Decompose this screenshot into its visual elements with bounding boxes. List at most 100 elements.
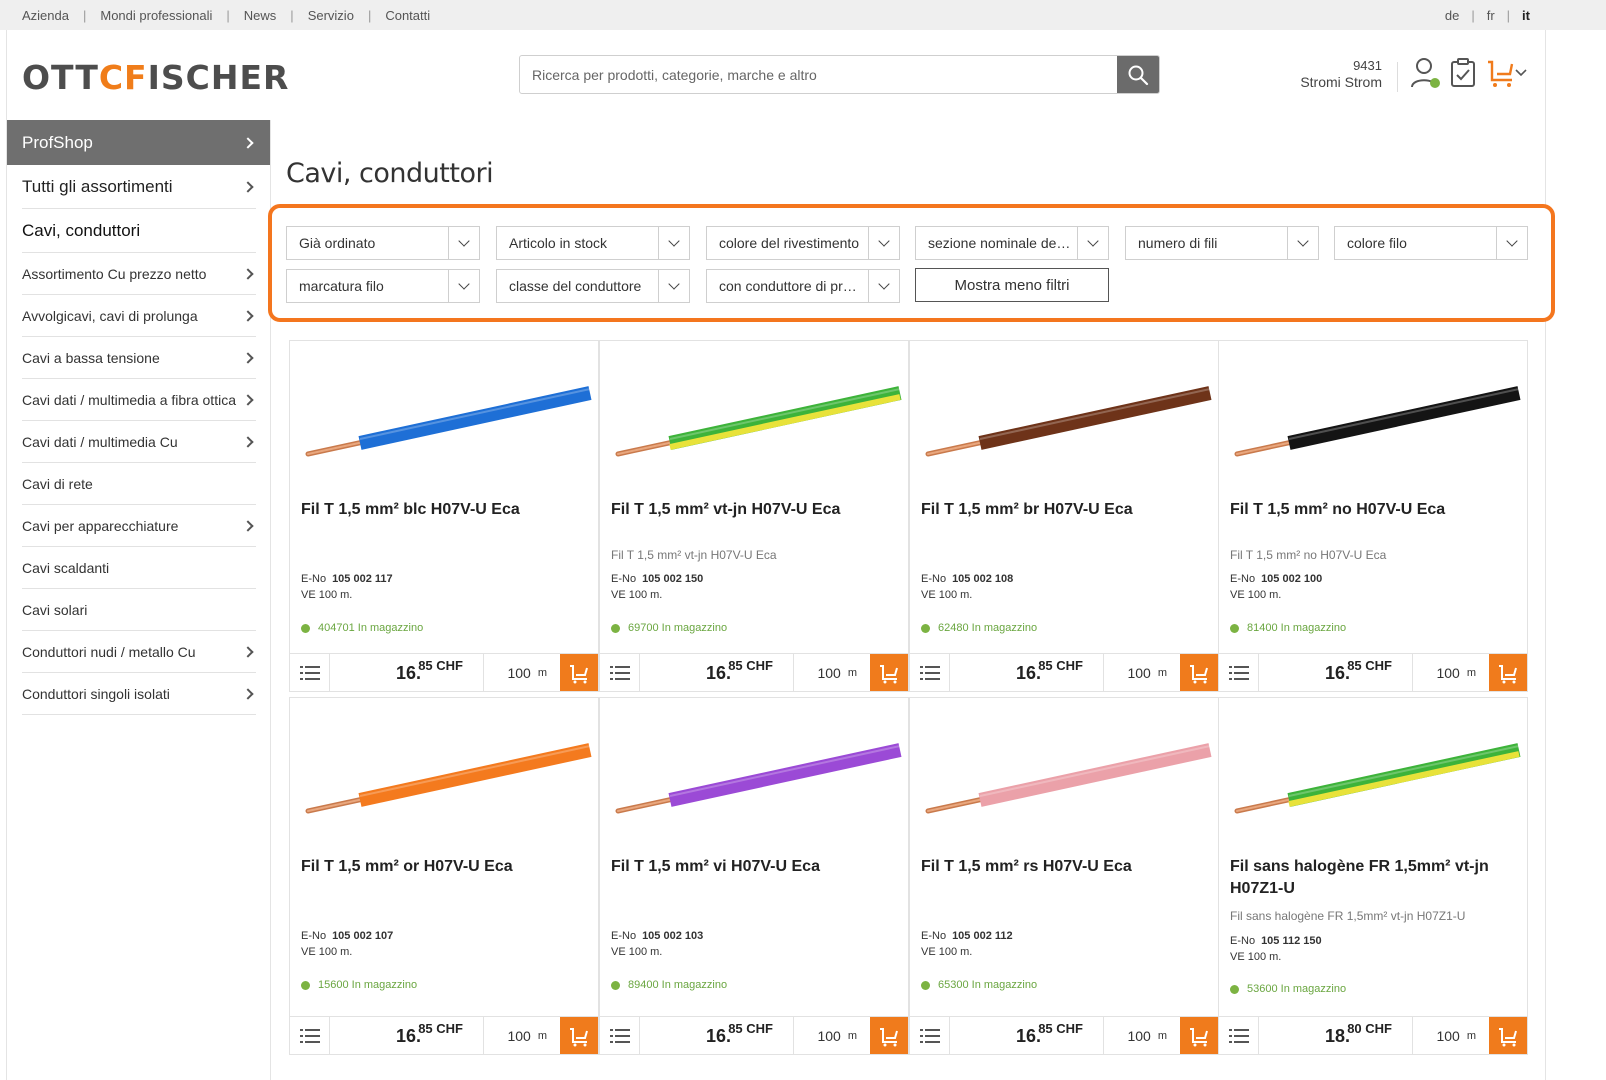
product-name[interactable]: Fil T 1,5 mm² rs H07V-U Eca bbox=[921, 856, 1211, 878]
add-to-cart-button[interactable] bbox=[1180, 654, 1218, 691]
add-to-cart-button[interactable] bbox=[560, 1017, 598, 1054]
sidebar-subitem[interactable]: Cavi dati / multimedia a fibra ottica bbox=[22, 379, 256, 421]
product-card[interactable]: Fil sans halogène FR 1,5mm² vt-jn H07Z1-… bbox=[1218, 697, 1528, 1055]
product-image[interactable] bbox=[918, 349, 1212, 474]
add-to-cart-button[interactable] bbox=[1489, 1017, 1527, 1054]
lang-fr[interactable]: fr bbox=[1487, 8, 1495, 23]
filter-select[interactable]: colore filo bbox=[1334, 226, 1528, 260]
product-name[interactable]: Fil T 1,5 mm² vi H07V-U Eca bbox=[611, 856, 901, 878]
sidebar-item-all-assortments[interactable]: Tutti gli assortimenti bbox=[22, 165, 256, 209]
sidebar-subitem[interactable]: Cavi dati / multimedia Cu bbox=[22, 421, 256, 463]
sidebar-subitem[interactable]: Avvolgicavi, cavi di prolunga bbox=[22, 295, 256, 337]
product-name[interactable]: Fil T 1,5 mm² br H07V-U Eca bbox=[921, 499, 1211, 521]
product-card[interactable]: Fil T 1,5 mm² blc H07V-U Eca E-No 105 002 … bbox=[289, 340, 599, 692]
add-to-cart-button[interactable] bbox=[1180, 1017, 1218, 1054]
search-button[interactable] bbox=[1117, 56, 1159, 93]
add-to-cart-button[interactable] bbox=[560, 654, 598, 691]
product-name[interactable]: Fil T 1,5 mm² blc H07V-U Eca bbox=[301, 499, 591, 521]
separator: | bbox=[1506, 8, 1511, 23]
filter-select[interactable]: sezione nominale del c... bbox=[915, 226, 1109, 260]
product-name[interactable]: Fil T 1,5 mm² or H07V-U Eca bbox=[301, 856, 591, 878]
add-to-list-button[interactable] bbox=[910, 1017, 950, 1054]
quantity-field[interactable]: 100 m bbox=[1105, 1017, 1175, 1054]
add-to-list-button[interactable] bbox=[600, 654, 640, 691]
lang-de[interactable]: de bbox=[1445, 8, 1459, 23]
quantity-value: 100 bbox=[817, 664, 841, 681]
product-card[interactable]: Fil T 1,5 mm² vi H07V-U Eca E-No 105 002 1… bbox=[599, 697, 909, 1055]
order-list-icon[interactable] bbox=[1449, 56, 1477, 90]
product-name[interactable]: Fil T 1,5 mm² no H07V-U Eca bbox=[1230, 499, 1520, 521]
eno-label: E-No bbox=[1230, 935, 1256, 947]
topnav-azienda[interactable]: Azienda bbox=[22, 8, 69, 23]
product-image[interactable] bbox=[608, 706, 902, 831]
sidebar-subitem[interactable]: Assortimento Cu prezzo netto bbox=[22, 253, 256, 295]
product-image[interactable] bbox=[298, 706, 592, 831]
filter-select[interactable]: con conduttore di prot... bbox=[706, 269, 900, 303]
product-image[interactable] bbox=[1227, 706, 1521, 831]
filter-panel-highlight bbox=[268, 204, 1555, 322]
add-to-cart-button[interactable] bbox=[1489, 654, 1527, 691]
search-input[interactable] bbox=[520, 56, 1115, 93]
chevron-right-icon bbox=[242, 435, 254, 448]
ottofischer-logo[interactable]: OTTCFISCHER bbox=[22, 58, 289, 97]
user-icon[interactable] bbox=[1410, 56, 1440, 90]
add-to-list-button[interactable] bbox=[290, 1017, 330, 1054]
product-image[interactable] bbox=[298, 349, 592, 474]
product-packaging-unit: VE 100 m. bbox=[611, 946, 663, 958]
product-card[interactable]: Fil T 1,5 mm² vt-jn H07V-U Eca Fil T 1,5 … bbox=[599, 340, 909, 692]
list-icon bbox=[609, 1028, 630, 1043]
quantity-field[interactable]: 100 m bbox=[795, 654, 865, 691]
product-card[interactable]: Fil T 1,5 mm² or H07V-U Eca E-No 105 002 1… bbox=[289, 697, 599, 1055]
filter-select[interactable]: marcatura filo bbox=[286, 269, 480, 303]
add-to-list-button[interactable] bbox=[1219, 654, 1259, 691]
quantity-field[interactable]: 100 m bbox=[485, 654, 555, 691]
product-card[interactable]: Fil T 1,5 mm² br H07V-U Eca E-No 105 002 1… bbox=[909, 340, 1219, 692]
sidebar-subitem[interactable]: Conduttori nudi / metallo Cu bbox=[22, 631, 256, 673]
stock-dot-icon bbox=[611, 980, 620, 990]
sidebar-subitem[interactable]: Cavi di rete bbox=[22, 463, 256, 505]
add-to-list-button[interactable] bbox=[1219, 1017, 1259, 1054]
top-utility-bar: Azienda | Mondi professionali | News | Serv… bbox=[0, 0, 1606, 30]
topnav-news[interactable]: News bbox=[244, 8, 277, 23]
quantity-field[interactable]: 100 m bbox=[1414, 654, 1484, 691]
list-icon bbox=[299, 1028, 320, 1043]
product-card[interactable]: Fil T 1,5 mm² no H07V-U Eca Fil T 1,5 mm²… bbox=[1218, 340, 1528, 692]
add-to-list-button[interactable] bbox=[910, 654, 950, 691]
filter-select[interactable]: classe del conduttore bbox=[496, 269, 690, 303]
product-image[interactable] bbox=[608, 349, 902, 474]
product-name[interactable]: Fil sans halogène FR 1,5mm² vt-jn H07Z1-… bbox=[1230, 856, 1520, 900]
chevron-down-icon[interactable] bbox=[1515, 68, 1527, 78]
quantity-field[interactable]: 100 m bbox=[795, 1017, 865, 1054]
logo-mark: CF bbox=[98, 58, 148, 97]
quantity-field[interactable]: 100 m bbox=[1105, 654, 1175, 691]
product-card[interactable]: Fil T 1,5 mm² rs H07V-U Eca E-No 105 002 1… bbox=[909, 697, 1219, 1055]
topnav-mondi-professionali[interactable]: Mondi professionali bbox=[100, 8, 212, 23]
product-image[interactable] bbox=[918, 706, 1212, 831]
sidebar-subitem[interactable]: Cavi a bassa tensione bbox=[22, 337, 256, 379]
sidebar-item-profshop[interactable]: ProfShop bbox=[7, 120, 270, 165]
quantity-field[interactable]: 100 m bbox=[1414, 1017, 1484, 1054]
lang-it[interactable]: it bbox=[1522, 8, 1530, 23]
add-to-list-button[interactable] bbox=[290, 654, 330, 691]
account-info[interactable]: 9431 Stromi Strom bbox=[1300, 58, 1382, 90]
topnav-contatti[interactable]: Contatti bbox=[385, 8, 430, 23]
topnav-servizio[interactable]: Servizio bbox=[308, 8, 354, 23]
product-eno: E-No 105 112 150 bbox=[1230, 935, 1322, 947]
sidebar-subitem[interactable]: Cavi scaldanti bbox=[22, 547, 256, 589]
sidebar-subitem[interactable]: Cavi per apparecchiature bbox=[22, 505, 256, 547]
add-to-cart-button[interactable] bbox=[870, 1017, 908, 1054]
filter-select[interactable]: colore del rivestimento bbox=[706, 226, 900, 260]
sidebar-subitem[interactable]: Cavi solari bbox=[22, 589, 256, 631]
sidebar-subitem[interactable]: Conduttori singoli isolati bbox=[22, 673, 256, 715]
quantity-field[interactable]: 100 m bbox=[485, 1017, 555, 1054]
product-image[interactable] bbox=[1227, 349, 1521, 474]
filter-select[interactable]: Già ordinato bbox=[286, 226, 480, 260]
filter-select[interactable]: numero di fili bbox=[1125, 226, 1319, 260]
sidebar-item-current-category[interactable]: Cavi, conduttori bbox=[22, 209, 256, 253]
add-to-list-button[interactable] bbox=[600, 1017, 640, 1054]
add-to-cart-button[interactable] bbox=[870, 654, 908, 691]
product-name[interactable]: Fil T 1,5 mm² vt-jn H07V-U Eca bbox=[611, 499, 901, 521]
show-fewer-filters-button[interactable]: Mostra meno filtri bbox=[915, 268, 1109, 302]
cart-icon[interactable] bbox=[1486, 56, 1516, 90]
filter-select[interactable]: Articolo in stock bbox=[496, 226, 690, 260]
